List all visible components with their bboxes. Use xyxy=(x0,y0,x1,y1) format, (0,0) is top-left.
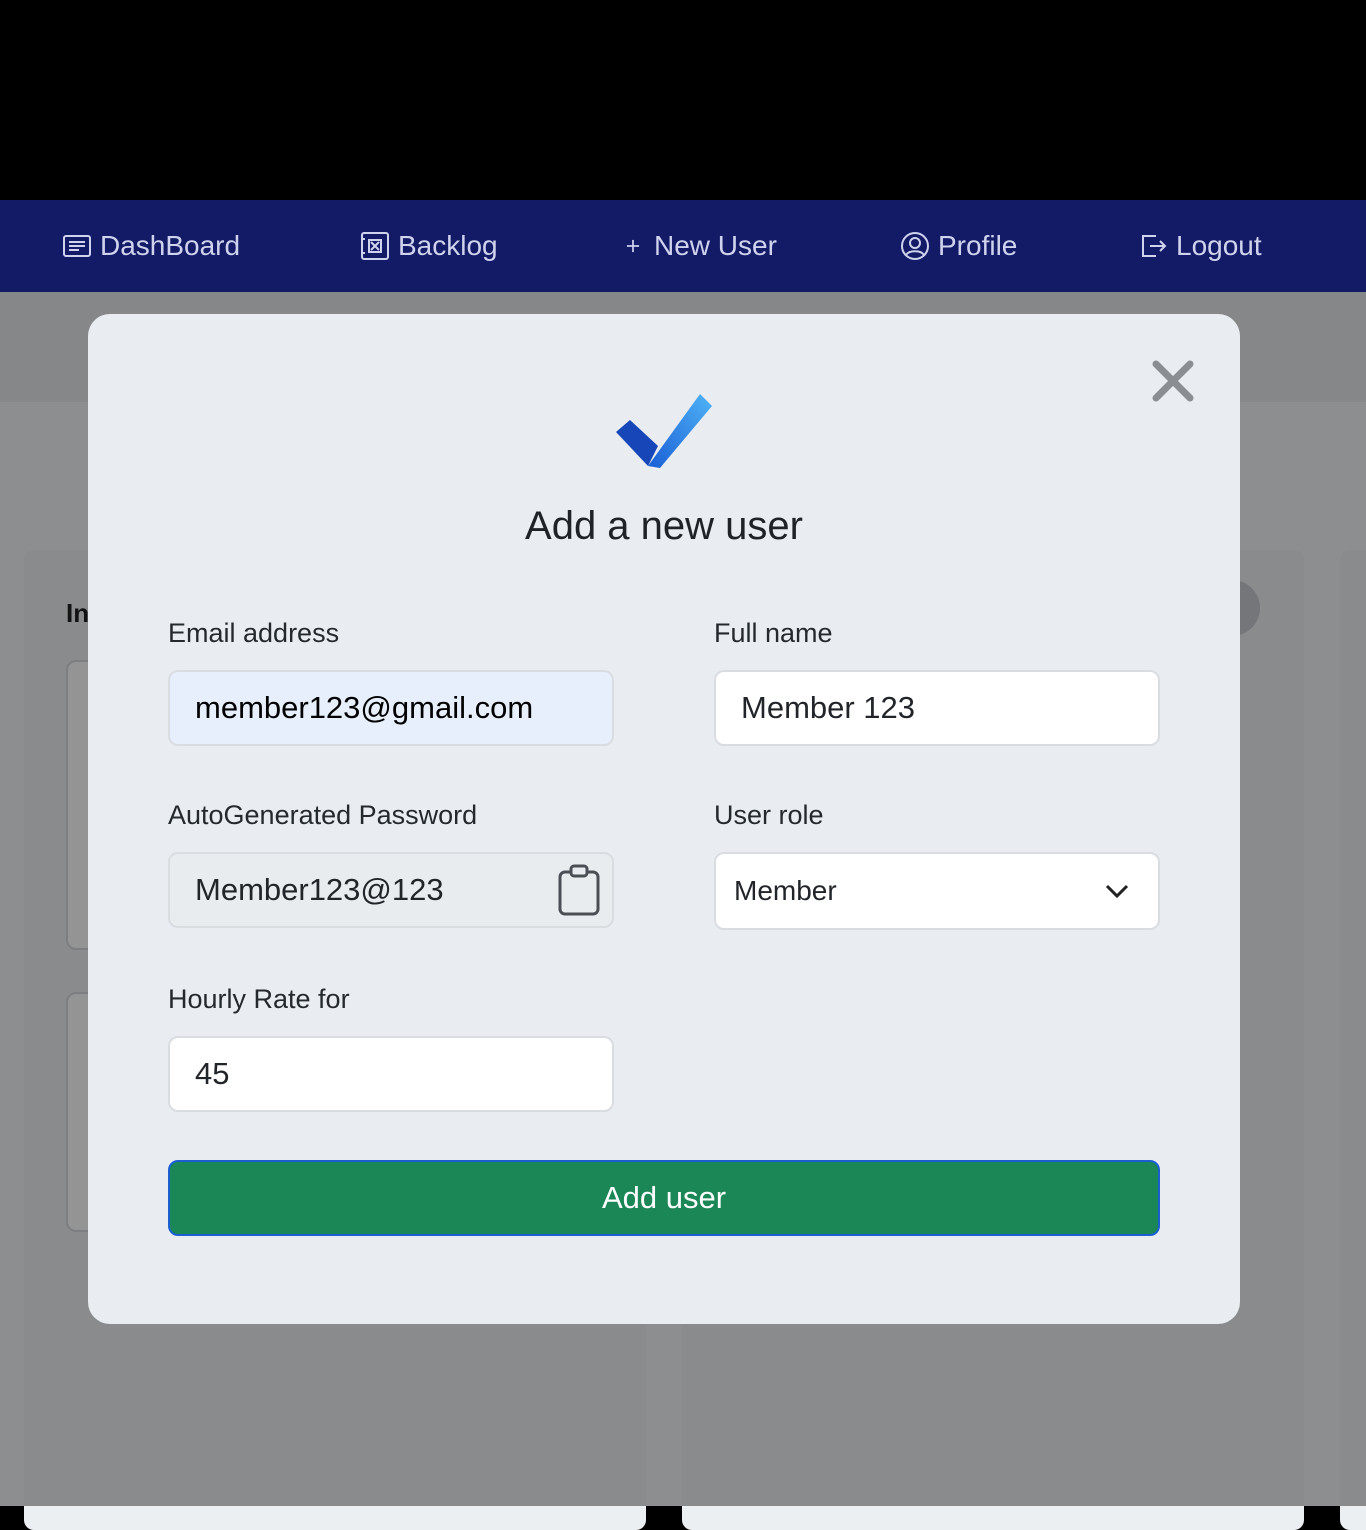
full-name-value: Member 123 xyxy=(741,690,916,725)
add-user-button[interactable]: Add user xyxy=(168,1160,1160,1236)
user-circle-icon xyxy=(901,232,929,260)
nav-item-dashboard[interactable]: DashBoard xyxy=(62,200,240,292)
nav-item-backlog[interactable]: Backlog xyxy=(360,200,498,292)
email-value: member123@gmail.com xyxy=(195,690,534,725)
email-field[interactable]: member123@gmail.com xyxy=(168,670,614,746)
full-name-label: Full name xyxy=(714,618,833,648)
chevron-down-icon xyxy=(1105,884,1129,899)
password-field[interactable]: Member123@123 xyxy=(168,852,614,928)
role-label: User role xyxy=(714,800,824,830)
add-user-modal: Add a new user Email address member123@g… xyxy=(88,314,1240,1324)
modal-title: Add a new user xyxy=(525,504,803,548)
role-select[interactable]: Member xyxy=(714,852,1160,930)
nav-item-new-user[interactable]: New User xyxy=(620,200,777,292)
email-label: Email address xyxy=(168,618,340,648)
close-icon[interactable] xyxy=(1150,358,1196,404)
nav-label-backlog: Backlog xyxy=(398,230,498,261)
nav-label-profile: Profile xyxy=(938,230,1018,261)
nav-label-new-user: New User xyxy=(654,230,777,261)
plus-icon xyxy=(626,239,640,253)
clipboard-icon[interactable] xyxy=(556,864,602,916)
full-name-field[interactable]: Member 123 xyxy=(714,670,1160,746)
nav-item-logout[interactable]: Logout xyxy=(1138,200,1262,292)
hourly-rate-field[interactable]: 45 xyxy=(168,1036,614,1112)
backlog-icon xyxy=(361,232,389,260)
nav-item-profile[interactable]: Profile xyxy=(900,200,1017,292)
password-value: Member123@123 xyxy=(195,872,444,907)
password-label: AutoGenerated Password xyxy=(168,800,478,830)
top-navbar: DashBoard Backlog New User Profile Logou… xyxy=(0,200,1366,292)
hourly-rate-value: 45 xyxy=(195,1056,230,1091)
dashboard-icon xyxy=(63,235,91,257)
nav-label-dashboard: DashBoard xyxy=(100,230,241,261)
checkmark-logo-icon xyxy=(616,394,712,468)
nav-label-logout: Logout xyxy=(1176,230,1262,261)
role-selected-value: Member xyxy=(734,875,837,906)
hourly-rate-label: Hourly Rate for xyxy=(168,984,350,1014)
logout-icon xyxy=(1142,235,1167,257)
top-black-bar xyxy=(0,0,1366,200)
